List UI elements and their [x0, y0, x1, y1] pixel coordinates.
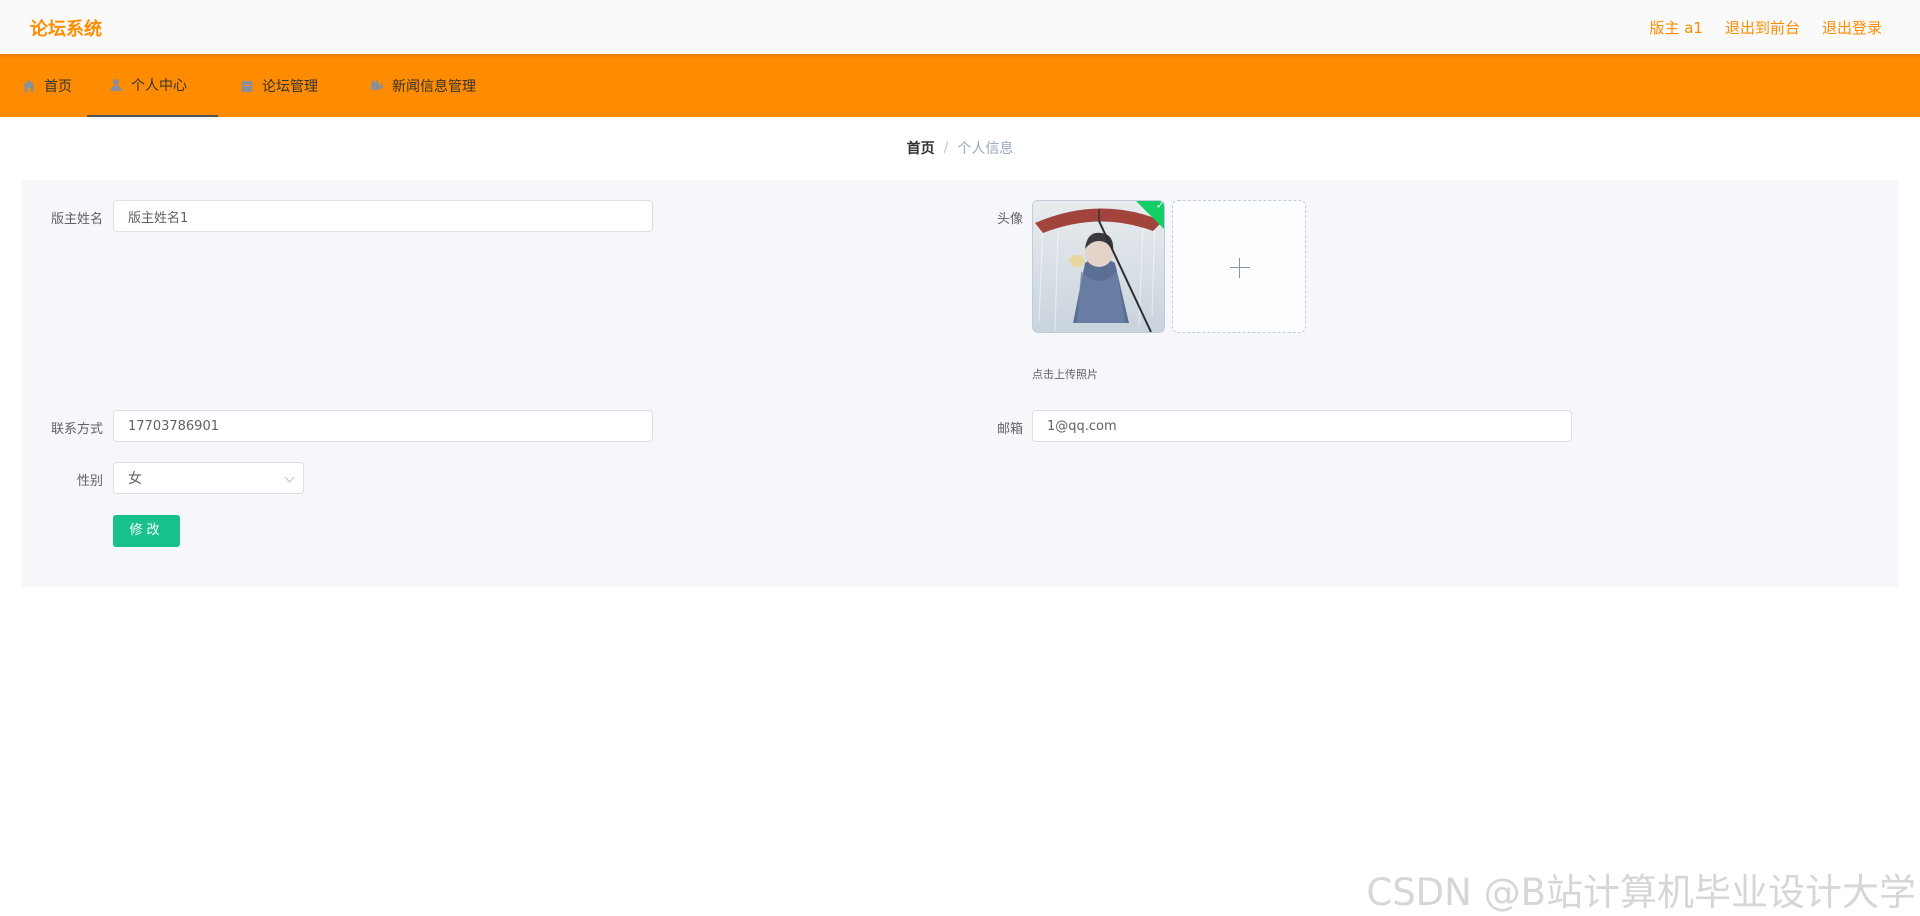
breadcrumb-current: 个人信息: [957, 140, 1014, 157]
phone-label: 联系方式: [50, 422, 103, 437]
home-icon: [23, 79, 35, 92]
watermark: CSDN @B站计算机毕业设计大学: [1366, 871, 1916, 914]
back-to-frontend-link[interactable]: 退出到前台: [1725, 17, 1800, 38]
top-actions: 版主 a1 退出到前台 退出登录: [1649, 17, 1882, 38]
app-title: 论坛系统: [30, 19, 102, 40]
calendar-icon: [241, 79, 253, 92]
update-button[interactable]: 修改: [113, 515, 180, 547]
avatar-illustration: [1033, 201, 1164, 332]
name-label: 版主姓名: [50, 212, 103, 227]
email-label: 邮箱: [996, 422, 1023, 437]
avatar-label: 头像: [996, 212, 1023, 227]
nav-label-forum-management: 论坛管理: [262, 78, 318, 95]
video-camera-icon: [371, 79, 383, 90]
avatar-image[interactable]: [1032, 200, 1165, 333]
nav-item-forum-management[interactable]: 论坛管理: [240, 54, 318, 117]
gender-label: 性别: [76, 474, 103, 489]
profile-form-panel: [22, 180, 1898, 587]
nav-label-home: 首页: [44, 78, 72, 95]
current-user-link[interactable]: 版主 a1: [1649, 17, 1703, 38]
nav-item-home[interactable]: 首页: [22, 54, 72, 117]
nav-label-personal-center: 个人中心: [131, 77, 187, 94]
breadcrumb: 首页 / 个人信息: [22, 125, 1898, 170]
chevron-down-icon: [284, 472, 295, 483]
avatar-upload-button[interactable]: [1172, 200, 1306, 333]
email-input[interactable]: 1@qq.com: [1032, 410, 1572, 442]
user-icon: [110, 78, 122, 91]
breadcrumb-home[interactable]: 首页: [907, 138, 935, 158]
nav-item-personal-center[interactable]: 个人中心: [87, 54, 218, 117]
nav-label-news-management: 新闻信息管理: [392, 78, 476, 95]
plus-icon: [1230, 267, 1250, 268]
gender-select[interactable]: 女: [113, 462, 304, 494]
gender-selected-value: 女: [128, 471, 142, 487]
top-bar: 论坛系统 版主 a1 退出到前台 退出登录: [0, 0, 1920, 54]
nav-item-news-management[interactable]: 新闻信息管理: [370, 54, 476, 117]
nav-bar: 首页 个人中心 论坛管理 新闻信息管理: [0, 54, 1920, 117]
avatar-upload-tip: 点击上传照片: [1032, 368, 1098, 381]
name-input[interactable]: 版主姓名1: [113, 200, 653, 232]
logout-link[interactable]: 退出登录: [1822, 17, 1882, 38]
breadcrumb-separator: /: [943, 139, 949, 156]
phone-input[interactable]: 17703786901: [113, 410, 653, 442]
plus-icon-vertical: [1239, 258, 1240, 278]
